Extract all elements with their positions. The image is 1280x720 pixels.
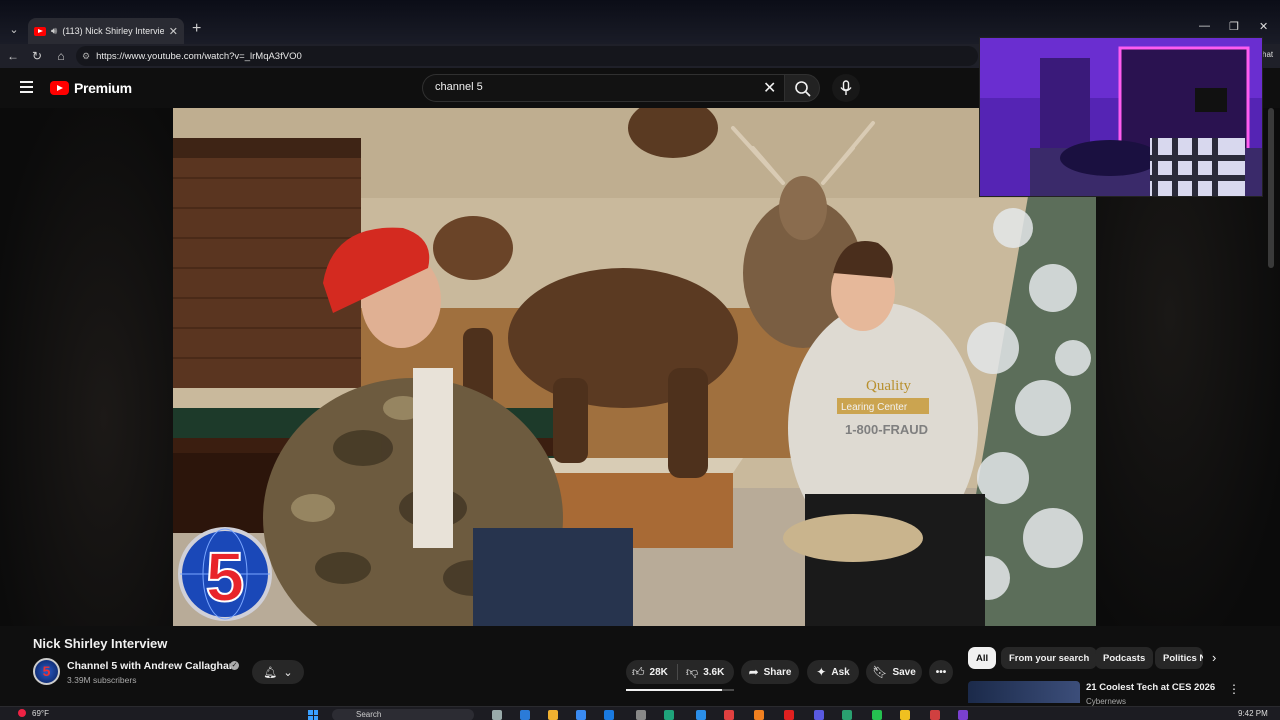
app-icon[interactable]: [900, 710, 910, 720]
menu-icon[interactable]: [20, 81, 33, 93]
sparkle-icon: ✦: [816, 665, 827, 679]
more-actions-button[interactable]: •••: [929, 660, 953, 684]
bell-icon: 🔔︎: [263, 666, 278, 679]
thumbs-up-icon: 👍︎: [632, 664, 645, 679]
video-title: Nick Shirley Interview: [33, 636, 168, 651]
new-tab-icon[interactable]: +: [192, 20, 201, 38]
close-tab-icon[interactable]: ✕: [169, 25, 178, 38]
url-text: https://www.youtube.com/watch?v=_lrMqA3f…: [96, 50, 302, 62]
app-icon[interactable]: [696, 710, 706, 720]
channel-avatar[interactable]: 5: [33, 658, 60, 685]
windows-start-icon[interactable]: [308, 710, 318, 720]
like-dislike-group: 👍︎ 28K 👎︎ 3.6K: [626, 660, 734, 684]
recommendation-title[interactable]: 21 Coolest Tech at CES 2026: [1086, 682, 1215, 693]
like-button[interactable]: 👍︎ 28K: [632, 665, 668, 680]
thumbs-down-icon: 👎︎: [686, 664, 699, 679]
share-label: Share: [763, 666, 792, 678]
webcam-room-image: [980, 38, 1262, 196]
channel5-logo-number: 5: [206, 538, 245, 616]
close-window-icon[interactable]: ✕: [1259, 20, 1268, 33]
taskbar-clock: 9:42 PM: [1238, 709, 1268, 718]
youtube-play-icon: [50, 81, 69, 95]
edge-icon[interactable]: [520, 710, 530, 720]
hoodie-text-quality: Quality: [866, 378, 911, 394]
share-icon: ➦: [748, 665, 759, 679]
youtube-icon[interactable]: [784, 710, 794, 720]
like-divider: [677, 664, 678, 680]
app-icon[interactable]: [636, 710, 646, 720]
search-icon: [795, 81, 811, 97]
recommendation-thumbnail[interactable]: [968, 681, 1080, 703]
store-icon[interactable]: [576, 710, 586, 720]
app-icon[interactable]: [842, 710, 852, 720]
like-ratio-fill: [626, 689, 723, 691]
app-icon[interactable]: [604, 710, 614, 720]
chevron-down-icon: ⌄: [283, 666, 293, 679]
interview-scene-image: Quality Learing Center 1-800-FRAUD 5: [173, 108, 1096, 626]
more-vertical-icon[interactable]: ⋮: [1228, 682, 1240, 696]
ambient-left: [0, 108, 173, 626]
app-icon[interactable]: [754, 710, 764, 720]
hoodie-text-phone: 1-800-FRAUD: [845, 422, 928, 437]
search-input[interactable]: [435, 81, 735, 93]
subscriber-count: 3.39M subscribers: [67, 675, 137, 685]
microphone-icon: [840, 80, 852, 95]
tab-title: (113) Nick Shirley Interview -: [62, 26, 164, 36]
search-button[interactable]: [784, 74, 820, 102]
channel-name[interactable]: Channel 5 with Andrew Callaghan: [67, 660, 235, 672]
app-icon[interactable]: [958, 710, 968, 720]
home-icon[interactable]: ⌂: [52, 47, 70, 65]
whatsapp-icon[interactable]: [872, 710, 882, 720]
share-button[interactable]: ➦ Share: [741, 660, 799, 684]
subscribed-bell-button[interactable]: 🔔︎ ⌄: [252, 660, 304, 684]
chip-all[interactable]: All: [968, 647, 997, 669]
save-button[interactable]: 🔖︎ Save: [866, 660, 922, 684]
reload-icon[interactable]: ↻: [28, 47, 46, 65]
tab-search-chevron-icon[interactable]: ⌄: [4, 20, 24, 40]
page-scrollbar[interactable]: [1268, 108, 1274, 268]
restore-icon[interactable]: ❐: [1229, 20, 1239, 33]
speaker-icon[interactable]: 🔊︎: [51, 26, 57, 37]
site-info-icon[interactable]: ⚙︎: [82, 51, 90, 62]
bookmark-icon: 🔖︎: [872, 665, 888, 679]
chrome-icon[interactable]: [724, 710, 734, 720]
video-frame[interactable]: Quality Learing Center 1-800-FRAUD 5: [173, 108, 1096, 626]
weather-widget[interactable]: 69°F: [18, 709, 49, 718]
more-horizontal-icon: •••: [935, 666, 947, 678]
browser-tab[interactable]: 🔊︎ (113) Nick Shirley Interview - ✕: [28, 18, 184, 44]
youtube-favicon-icon: [34, 26, 46, 36]
voice-search-button[interactable]: [832, 74, 860, 102]
dislike-button[interactable]: 👎︎ 3.6K: [686, 665, 724, 680]
windows-taskbar: 69°F Search 9:42 PM: [0, 706, 1280, 720]
file-explorer-icon[interactable]: [548, 710, 558, 720]
task-view-icon[interactable]: [492, 710, 502, 720]
chevron-right-icon[interactable]: ›: [1212, 650, 1216, 665]
address-bar[interactable]: ⚙︎ https://www.youtube.com/watch?v=_lrMq…: [76, 46, 978, 66]
app-icon[interactable]: [814, 710, 824, 720]
taskbar-search[interactable]: Search: [332, 709, 474, 720]
like-ratio-bar: [626, 689, 734, 691]
brand-label: Premium: [74, 80, 132, 96]
chip-politics[interactable]: Politics N: [1155, 647, 1203, 669]
ask-label: Ask: [831, 666, 850, 678]
save-label: Save: [892, 666, 916, 678]
dislike-count: 3.6K: [703, 666, 725, 678]
like-count: 28K: [649, 666, 668, 678]
chip-podcasts[interactable]: Podcasts: [1095, 647, 1154, 669]
webcam-overlay: [979, 37, 1263, 197]
search-box: ✕: [422, 74, 784, 102]
verified-check-icon: ✓: [230, 661, 239, 670]
app-icon[interactable]: [664, 710, 674, 720]
chip-from-your-search[interactable]: From your search: [1001, 647, 1098, 669]
extension-label[interactable]: hat: [1262, 50, 1273, 59]
back-icon[interactable]: ←: [4, 47, 22, 65]
youtube-premium-logo[interactable]: Premium: [50, 80, 132, 96]
minimize-icon[interactable]: —: [1199, 20, 1210, 32]
clear-search-icon[interactable]: ✕: [763, 78, 776, 98]
app-icon[interactable]: [930, 710, 940, 720]
hoodie-text-center: Learing Center: [841, 402, 908, 413]
ask-button[interactable]: ✦ Ask: [807, 660, 859, 684]
recommendation-channel: Cybernews: [1086, 697, 1127, 706]
